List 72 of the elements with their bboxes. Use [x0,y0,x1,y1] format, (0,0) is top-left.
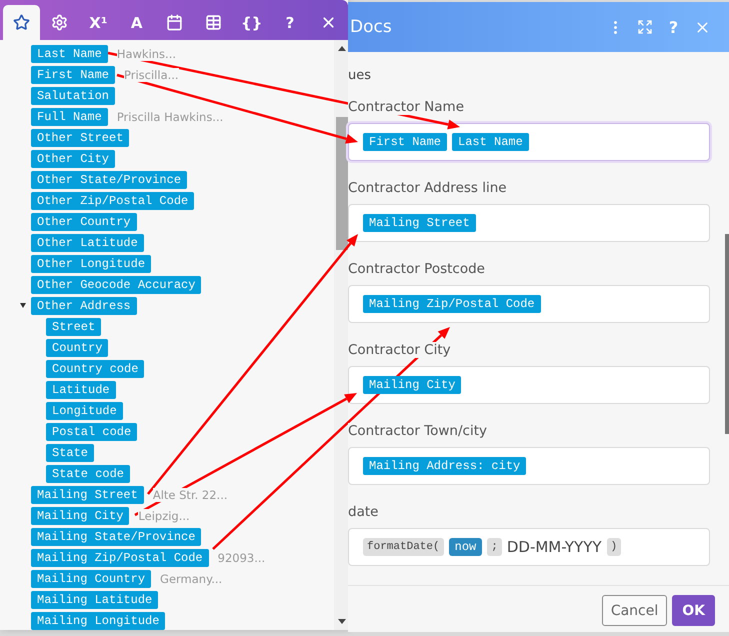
input-field[interactable]: Mailing City [348,366,710,404]
variable-chip[interactable]: Country [46,338,108,356]
variable-chip[interactable]: Full Name [31,108,108,126]
field-label: Contractor Town/city [348,423,487,439]
input-field[interactable]: Mailing Address: city [348,447,710,485]
variable-chip[interactable]: Other Street [31,128,130,146]
picker-tab[interactable] [3,5,40,40]
picker-tab[interactable]: A [118,5,156,40]
section-title: ues [348,68,372,83]
variable-chip[interactable]: Latitude [46,380,116,398]
variable-chip: Mailing Street [363,214,476,232]
variable-chip[interactable]: Longitude [46,402,123,420]
variable-chip[interactable]: Other Longitude [31,254,152,272]
calendar-icon [166,14,184,31]
field-label: Contractor City [348,342,451,358]
variable-chip[interactable]: Mailing Longitude [31,612,166,630]
variable-chip: Mailing Zip/Postal Code [363,295,541,313]
value-hint: Alte Str. 22... [152,488,228,502]
dialog-title: Docs [350,17,393,37]
keyword-token: now [448,538,482,556]
variable-chip[interactable]: State code [46,464,130,482]
variable-chip[interactable]: State [46,444,94,462]
scrollbar[interactable] [334,40,348,630]
cancel-button[interactable]: Cancel [602,595,668,626]
ok-button[interactable]: OK [672,595,715,626]
variable-chip[interactable]: Street [46,318,102,336]
variable-chip[interactable]: Mailing Street [31,486,144,504]
variable-chip[interactable]: First Name [31,66,116,84]
variable-chip[interactable]: Other Latitude [31,234,144,252]
value-hint: 92093... [218,550,266,564]
variable-chip[interactable]: Other State/Province [31,170,188,188]
picker-tab[interactable]: X¹ [80,5,117,40]
scrollbar[interactable] [725,234,729,434]
field-label: Contractor Name [348,99,464,115]
value-hint: Germany... [160,572,222,586]
function-token: ) [606,538,622,556]
input-field[interactable]: formatDate( now ; DD-MM-YYYY ) [348,528,710,566]
function-token: formatDate( [363,538,444,556]
star-icon [13,14,30,31]
text-token: DD-MM-YYYY [506,538,602,556]
value-hint: Leipzig... [138,508,190,522]
variable-chip[interactable]: Mailing State/Province [31,528,202,546]
table-icon [204,14,222,31]
variable-chip[interactable]: Postal code [46,422,138,440]
value-hint: Hawkins... [116,46,176,60]
variable-chip[interactable]: Country code [46,360,144,378]
input-field[interactable]: First Name Last Name [348,123,710,161]
variable-chip: Mailing City [363,376,462,394]
variable-chip[interactable]: Last Name [31,44,108,62]
variable-chip[interactable]: Other Address [31,296,137,314]
variable-chip: Last Name [452,133,529,151]
variable-chip: Mailing Address: city [363,457,526,475]
input-field[interactable]: Mailing Zip/Postal Code [348,285,710,323]
picker-tab[interactable]: ? [271,5,309,40]
value-hint: Priscilla Hawkins... [116,110,224,124]
help-button[interactable]: ? [659,18,688,36]
variable-chip: First Name [363,133,448,151]
variable-chip[interactable]: Mailing Latitude [31,590,158,608]
variable-chip[interactable]: Other Zip/Postal Code [31,192,194,210]
variable-chip[interactable]: Other Country [31,212,137,230]
value-hint: Priscilla... [124,68,179,82]
variable-chip[interactable]: Salutation [31,86,116,104]
variable-chip[interactable]: Mailing Country [31,570,152,588]
variable-chip[interactable]: Mailing City [31,506,130,524]
input-field[interactable]: Mailing Street [348,204,710,242]
caret-icon[interactable] [20,303,26,308]
function-token: ; [487,538,502,556]
variable-chip[interactable]: Mailing Zip/Postal Code [31,548,209,566]
picker-tab[interactable]: {} [232,5,270,40]
variable-chip[interactable]: Other Geocode Accuracy [31,276,202,294]
settings-icon [51,14,68,31]
variable-chip[interactable]: Other City [31,150,116,168]
